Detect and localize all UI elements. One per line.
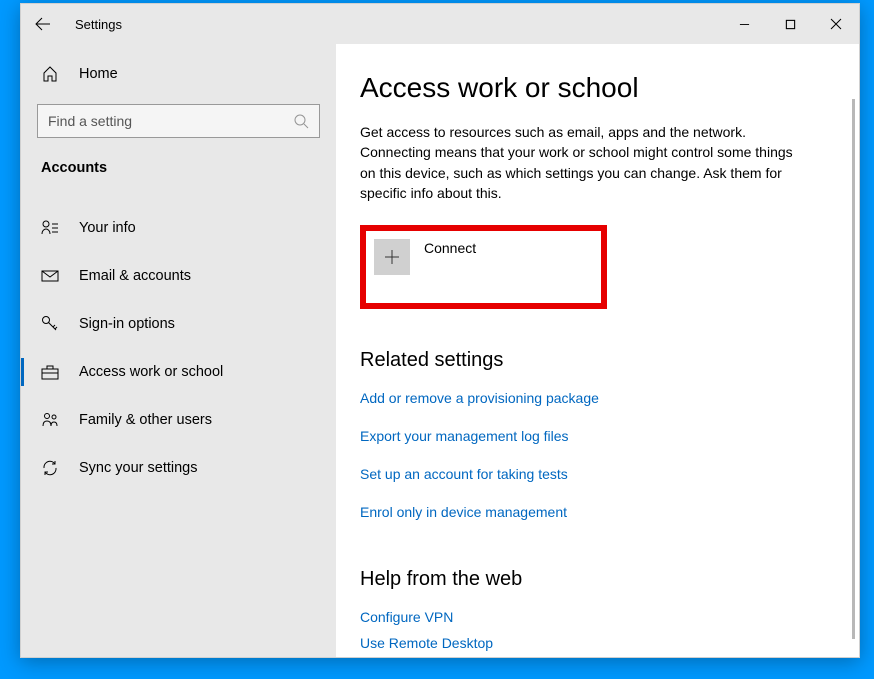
close-button[interactable] <box>813 4 859 44</box>
sidebar-item-your-info[interactable]: Your info <box>21 204 336 252</box>
search-input[interactable] <box>48 113 293 129</box>
home-label: Home <box>79 66 118 82</box>
connect-button[interactable]: Connect <box>374 239 593 275</box>
link-export-log-files[interactable]: Export your management log files <box>360 428 853 444</box>
back-arrow-icon <box>35 16 51 32</box>
content-area: Home Accounts Your info <box>21 44 859 657</box>
link-account-tests[interactable]: Set up an account for taking tests <box>360 466 853 482</box>
sidebar-item-sign-in-options[interactable]: Sign-in options <box>21 300 336 348</box>
help-section: Help from the web Configure VPN Use Remo… <box>360 568 853 651</box>
people-icon <box>41 411 59 429</box>
briefcase-icon <box>41 363 59 381</box>
link-remote-desktop[interactable]: Use Remote Desktop <box>360 635 853 651</box>
sidebar-item-label: Email & accounts <box>79 268 191 284</box>
category-accounts: Accounts <box>21 152 336 184</box>
sidebar-item-label: Sync your settings <box>79 460 197 476</box>
back-button[interactable] <box>21 4 65 44</box>
connect-label: Connect <box>424 239 476 256</box>
sidebar-item-email-accounts[interactable]: Email & accounts <box>21 252 336 300</box>
app-title: Settings <box>75 17 122 32</box>
email-icon <box>41 267 59 285</box>
sidebar-item-label: Your info <box>79 220 136 236</box>
close-icon <box>830 18 842 30</box>
sidebar-item-sync-settings[interactable]: Sync your settings <box>21 444 336 492</box>
plus-icon <box>374 239 410 275</box>
key-icon <box>41 315 59 333</box>
minimize-button[interactable] <box>721 4 767 44</box>
sidebar-item-label: Access work or school <box>79 364 223 380</box>
maximize-button[interactable] <box>767 4 813 44</box>
link-provisioning-package[interactable]: Add or remove a provisioning package <box>360 390 853 406</box>
sync-icon <box>41 459 59 477</box>
titlebar: Settings <box>21 4 859 44</box>
nav-list: Your info Email & accounts Sign-in optio… <box>21 204 336 492</box>
maximize-icon <box>785 19 796 30</box>
link-configure-vpn[interactable]: Configure VPN <box>360 609 853 625</box>
scrollbar[interactable] <box>852 99 855 639</box>
sidebar-item-label: Sign-in options <box>79 316 175 332</box>
link-enrol-device-mgmt[interactable]: Enrol only in device management <box>360 504 853 520</box>
search-icon <box>293 113 309 129</box>
sidebar-item-access-work-school[interactable]: Access work or school <box>21 348 336 396</box>
sidebar: Home Accounts Your info <box>21 44 336 657</box>
sidebar-item-family-users[interactable]: Family & other users <box>21 396 336 444</box>
home-icon <box>41 65 59 83</box>
titlebar-left: Settings <box>21 4 721 44</box>
window-controls <box>721 4 859 44</box>
settings-window: Settings Home <box>20 3 860 658</box>
page-title: Access work or school <box>360 72 853 104</box>
minimize-icon <box>739 19 750 30</box>
search-box[interactable] <box>37 104 320 138</box>
help-heading: Help from the web <box>360 568 853 591</box>
connect-highlight-box: Connect <box>360 225 607 309</box>
your-info-icon <box>41 219 59 237</box>
search-wrap <box>21 96 336 152</box>
related-settings-heading: Related settings <box>360 349 853 372</box>
home-nav[interactable]: Home <box>21 52 336 96</box>
sidebar-item-label: Family & other users <box>79 412 212 428</box>
main-panel: Access work or school Get access to reso… <box>336 44 859 657</box>
page-description: Get access to resources such as email, a… <box>360 122 810 203</box>
